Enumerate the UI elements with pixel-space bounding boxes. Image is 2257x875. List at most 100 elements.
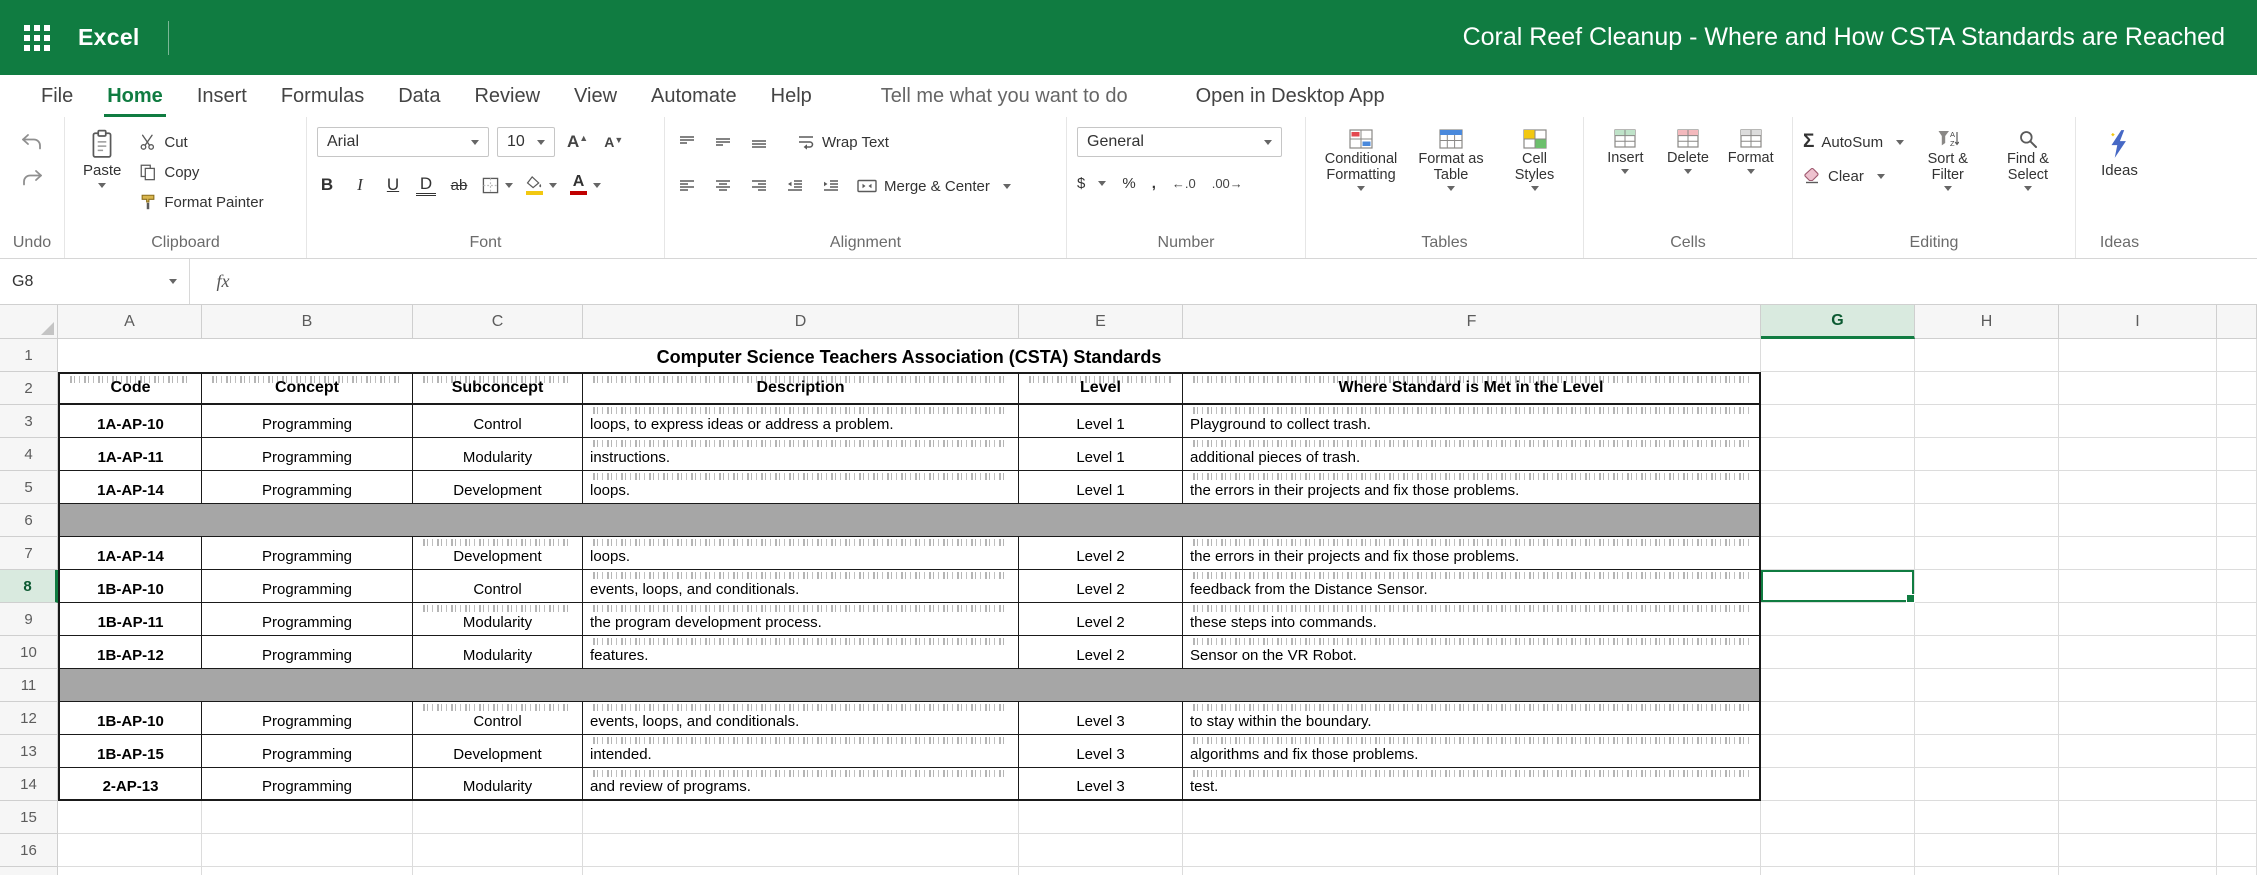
header-cell-A2[interactable]: Code	[58, 372, 202, 405]
cut-button[interactable]: Cut	[139, 129, 263, 155]
font-size-select[interactable]: 10	[497, 127, 555, 157]
cell-I15[interactable]	[2059, 801, 2217, 834]
cell-A4[interactable]: 1A-AP-11	[58, 438, 202, 471]
format-as-table-button[interactable]: Format as Table	[1406, 127, 1496, 193]
cell-D14[interactable]: and review of programs.	[583, 768, 1019, 801]
cell-H2[interactable]	[1915, 372, 2059, 405]
tell-me-box[interactable]: Tell me what you want to do	[881, 85, 1128, 108]
cell-G6[interactable]	[1761, 504, 1915, 537]
app-launcher-button[interactable]	[0, 0, 74, 75]
cell-H12[interactable]	[1915, 702, 2059, 735]
header-cell-C2[interactable]: Subconcept	[413, 372, 583, 405]
cell-B16[interactable]	[202, 834, 413, 867]
font-color-button[interactable]: A	[570, 172, 601, 198]
cell-G4[interactable]	[1761, 438, 1915, 471]
cell-G9[interactable]	[1761, 603, 1915, 636]
double-underline-button[interactable]: D	[416, 174, 436, 196]
cell-H17[interactable]	[1915, 867, 2059, 875]
cell-I4[interactable]	[2059, 438, 2217, 471]
cell-F12[interactable]: to stay within the boundary.	[1183, 702, 1761, 735]
align-top-button[interactable]	[675, 127, 699, 157]
delete-cells-button[interactable]: Delete	[1657, 127, 1720, 176]
cell-F10[interactable]: Sensor on the VR Robot.	[1183, 636, 1761, 669]
cell-G7[interactable]	[1761, 537, 1915, 570]
cell-I12[interactable]	[2059, 702, 2217, 735]
cell-C13[interactable]: Development	[413, 735, 583, 768]
cell-B12[interactable]: Programming	[202, 702, 413, 735]
row-header-17[interactable]	[0, 867, 58, 875]
column-header-E[interactable]: E	[1019, 305, 1183, 339]
cell-B8[interactable]: Programming	[202, 570, 413, 603]
select-all-corner[interactable]	[0, 305, 58, 339]
cell-D3[interactable]: loops, to express ideas or address a pro…	[583, 405, 1019, 438]
cell-E16[interactable]	[1019, 834, 1183, 867]
selected-cell-G8[interactable]	[1761, 570, 1915, 603]
cell-G16[interactable]	[1761, 834, 1915, 867]
borders-button[interactable]	[482, 172, 513, 198]
menu-tab-file[interactable]: File	[24, 75, 90, 117]
cell-E13[interactable]: Level 3	[1019, 735, 1183, 768]
cell-D4[interactable]: instructions.	[583, 438, 1019, 471]
header-cell-F2[interactable]: Where Standard is Met in the Level	[1183, 372, 1761, 405]
insert-function-button[interactable]: fx	[190, 259, 256, 304]
cell-A13[interactable]: 1B-AP-15	[58, 735, 202, 768]
cell-D15[interactable]	[583, 801, 1019, 834]
increase-indent-button[interactable]	[819, 171, 843, 201]
cell-I7[interactable]	[2059, 537, 2217, 570]
row-header-8[interactable]: 8	[0, 570, 58, 603]
cell-B14[interactable]: Programming	[202, 768, 413, 801]
cell-H8[interactable]	[1915, 570, 2059, 603]
bold-button[interactable]: B	[317, 172, 337, 198]
column-header-H[interactable]: H	[1915, 305, 2059, 339]
cell-I5[interactable]	[2059, 471, 2217, 504]
cell-A12[interactable]: 1B-AP-10	[58, 702, 202, 735]
cell-A9[interactable]: 1B-AP-11	[58, 603, 202, 636]
autosum-button[interactable]: Σ AutoSum	[1803, 129, 1905, 155]
cell-G3[interactable]	[1761, 405, 1915, 438]
fill-color-button[interactable]	[526, 172, 557, 198]
row-header-10[interactable]: 10	[0, 636, 58, 669]
cell-I13[interactable]	[2059, 735, 2217, 768]
cell-G2[interactable]	[1761, 372, 1915, 405]
underline-button[interactable]: U	[383, 172, 403, 198]
cell-H13[interactable]	[1915, 735, 2059, 768]
open-in-desktop-button[interactable]: Open in Desktop App	[1196, 85, 1385, 108]
cell-A15[interactable]	[58, 801, 202, 834]
menu-tab-automate[interactable]: Automate	[634, 75, 754, 117]
cell-F14[interactable]: test.	[1183, 768, 1761, 801]
name-box[interactable]: G8	[0, 259, 190, 304]
cell-E7[interactable]: Level 2	[1019, 537, 1183, 570]
paste-button[interactable]: Paste	[75, 127, 129, 190]
cell-C4[interactable]: Modularity	[413, 438, 583, 471]
cell-I6[interactable]	[2059, 504, 2217, 537]
menu-tab-insert[interactable]: Insert	[180, 75, 264, 117]
header-cell-B2[interactable]: Concept	[202, 372, 413, 405]
cell-C17[interactable]	[413, 867, 583, 875]
align-left-button[interactable]	[675, 171, 699, 201]
cell-A14[interactable]: 2-AP-13	[58, 768, 202, 801]
cell-B13[interactable]: Programming	[202, 735, 413, 768]
cell-I10[interactable]	[2059, 636, 2217, 669]
cell-D8[interactable]: events, loops, and conditionals.	[583, 570, 1019, 603]
cell-C16[interactable]	[413, 834, 583, 867]
header-cell-D2[interactable]: Description	[583, 372, 1019, 405]
decrease-indent-button[interactable]	[783, 171, 807, 201]
cell-E4[interactable]: Level 1	[1019, 438, 1183, 471]
cell-F3[interactable]: Playground to collect trash.	[1183, 405, 1761, 438]
separator-row-11[interactable]	[58, 669, 1761, 702]
cell-B10[interactable]: Programming	[202, 636, 413, 669]
cell-C7[interactable]: Development	[413, 537, 583, 570]
format-painter-button[interactable]: Format Painter	[139, 189, 263, 215]
menu-tab-home[interactable]: Home	[90, 75, 180, 117]
menu-tab-review[interactable]: Review	[457, 75, 557, 117]
cell-B17[interactable]	[202, 867, 413, 875]
row-header-6[interactable]: 6	[0, 504, 58, 537]
align-right-button[interactable]	[747, 171, 771, 201]
redo-button[interactable]	[15, 163, 49, 193]
row-header-13[interactable]: 13	[0, 735, 58, 768]
cell-F7[interactable]: the errors in their projects and fix tho…	[1183, 537, 1761, 570]
menu-tab-help[interactable]: Help	[754, 75, 829, 117]
cell-E15[interactable]	[1019, 801, 1183, 834]
cell-C3[interactable]: Control	[413, 405, 583, 438]
cell-A16[interactable]	[58, 834, 202, 867]
